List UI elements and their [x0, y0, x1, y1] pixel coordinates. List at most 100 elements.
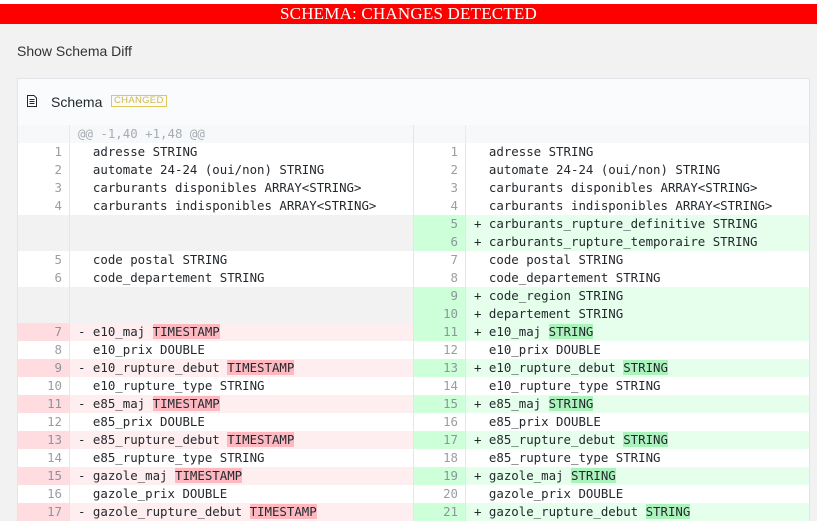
left-line-num: 17 — [47, 504, 62, 519]
diff-row: 12 e85_prix DOUBLE 16 e85_prix DOUBLE — [18, 413, 809, 431]
marker-space — [78, 180, 93, 195]
line-number-left: 16 — [18, 485, 70, 503]
removed-marker: - — [78, 504, 93, 519]
field-name: e10_maj — [92, 324, 146, 339]
code-left: - e10_rupture_debut TIMESTAMP — [70, 359, 414, 377]
added-field-text: departement STRING — [488, 306, 624, 321]
added-marker: + — [474, 216, 489, 231]
line-number-left: 9 — [18, 359, 70, 377]
added-type-highlight: STRING — [623, 360, 668, 375]
line-number-right: 15 — [414, 395, 466, 413]
left-line-num: 14 — [47, 450, 62, 465]
field-text: e10_prix DOUBLE — [92, 342, 205, 357]
diff-row: 3 carburants disponibles ARRAY<STRING> 3 … — [18, 179, 809, 197]
diff-row: 10 e10_rupture_type STRING 14 e10_rupture… — [18, 377, 809, 395]
field-name: e85_maj — [92, 396, 146, 411]
left-line-num: 15 — [47, 468, 62, 483]
line-number-left: 3 — [18, 179, 70, 197]
added-marker: + — [474, 360, 489, 375]
code-right: e85_prix DOUBLE — [466, 413, 809, 431]
code-right: code postal STRING — [466, 251, 809, 269]
code-right: e85_rupture_type STRING — [466, 449, 809, 467]
added-marker: + — [474, 432, 489, 447]
added-type-highlight: STRING — [645, 504, 691, 519]
right-line-num: 3 — [450, 180, 458, 195]
line-number-left: 10 — [18, 377, 70, 395]
field-name: e10_rupture_debut — [488, 360, 616, 375]
code-left: code postal STRING — [70, 251, 414, 269]
diff-row: 13 - e85_rupture_debut TIMESTAMP 17 + e85_r… — [18, 431, 809, 449]
code-left — [70, 305, 414, 323]
line-number-right: 10 — [414, 305, 466, 323]
code-left: e85_prix DOUBLE — [70, 413, 414, 431]
code-left — [70, 233, 414, 251]
removed-type-highlight: TIMESTAMP — [152, 324, 220, 339]
field-text: carburants disponibles ARRAY<STRING> — [92, 180, 362, 195]
code-left — [70, 215, 414, 233]
code-left: gazole_prix DOUBLE — [70, 485, 414, 503]
diff-row: 8 e10_prix DOUBLE 12 e10_prix DOUBLE — [18, 341, 809, 359]
added-marker: + — [474, 324, 489, 339]
show-schema-diff-toggle[interactable]: Show Schema Diff — [17, 43, 132, 59]
added-field-text: carburants_rupture_temporaire STRING — [488, 234, 758, 249]
marker-space — [78, 378, 93, 393]
marker-space — [474, 450, 489, 465]
code-right: + carburants_rupture_temporaire STRING — [466, 233, 809, 251]
diff-row: 5 + carburants_rupture_definitive STRING — [18, 215, 809, 233]
field-text: gazole_prix DOUBLE — [92, 486, 228, 501]
field-text: e85_rupture_type STRING — [92, 450, 265, 465]
code-left: - e10_maj TIMESTAMP — [70, 323, 414, 341]
marker-space — [474, 486, 489, 501]
left-line-num: 16 — [47, 486, 62, 501]
line-number-right: 3 — [414, 179, 466, 197]
diff-row: 16 gazole_prix DOUBLE 20 gazole_prix DOUB… — [18, 485, 809, 503]
code-left: automate 24-24 (oui/non) STRING — [70, 161, 414, 179]
added-marker: + — [474, 288, 489, 303]
field-text: adresse STRING — [488, 144, 594, 159]
schema-status-banner: SCHEMA: CHANGES DETECTED — [0, 4, 817, 24]
code-right: + gazole_maj STRING — [466, 467, 809, 485]
line-number-left — [18, 305, 70, 323]
line-number-left: 1 — [18, 143, 70, 161]
code-right: code_departement STRING — [466, 269, 809, 287]
code-left: adresse STRING — [70, 143, 414, 161]
code-right: + carburants_rupture_definitive STRING — [466, 215, 809, 233]
right-line-num: 5 — [450, 216, 458, 231]
line-number-right: 13 — [414, 359, 466, 377]
left-line-num: 3 — [54, 180, 62, 195]
marker-space — [474, 252, 489, 267]
removed-marker: - — [78, 360, 93, 375]
hunk-header: @@ -1,40 +1,48 @@ — [70, 125, 414, 143]
marker-space — [474, 198, 489, 213]
left-line-num: 8 — [54, 342, 62, 357]
diff-row: 17 - gazole_rupture_debut TIMESTAMP 21 + ga… — [18, 503, 809, 521]
marker-space — [474, 342, 489, 357]
marker-space — [78, 414, 93, 429]
code-left: carburants indisponibles ARRAY<STRING> — [70, 197, 414, 215]
removed-marker: - — [78, 468, 93, 483]
marker-space — [78, 486, 93, 501]
added-type-highlight: STRING — [623, 432, 668, 447]
panel-title: Schema — [51, 94, 103, 110]
right-line-num: 11 — [443, 324, 458, 339]
field-name: gazole_rupture_debut — [92, 504, 243, 519]
marker-space — [474, 270, 489, 285]
changed-badge: CHANGED — [111, 95, 167, 107]
line-number-left — [18, 233, 70, 251]
right-line-num: 10 — [443, 306, 458, 321]
line-number-right: 19 — [414, 467, 466, 485]
left-line-num: 7 — [54, 324, 62, 339]
line-number-left: 17 — [18, 503, 70, 521]
added-marker: + — [474, 306, 489, 321]
removed-type-highlight: TIMESTAMP — [227, 360, 295, 375]
diff-row: 2 automate 24-24 (oui/non) STRING 2 autom… — [18, 161, 809, 179]
marker-space — [474, 144, 489, 159]
line-number-left — [18, 125, 70, 143]
line-number-right: 2 — [414, 161, 466, 179]
panel-header: Schema CHANGED — [18, 79, 809, 126]
added-field-text: code_region STRING — [488, 288, 624, 303]
code-left: e10_rupture_type STRING — [70, 377, 414, 395]
